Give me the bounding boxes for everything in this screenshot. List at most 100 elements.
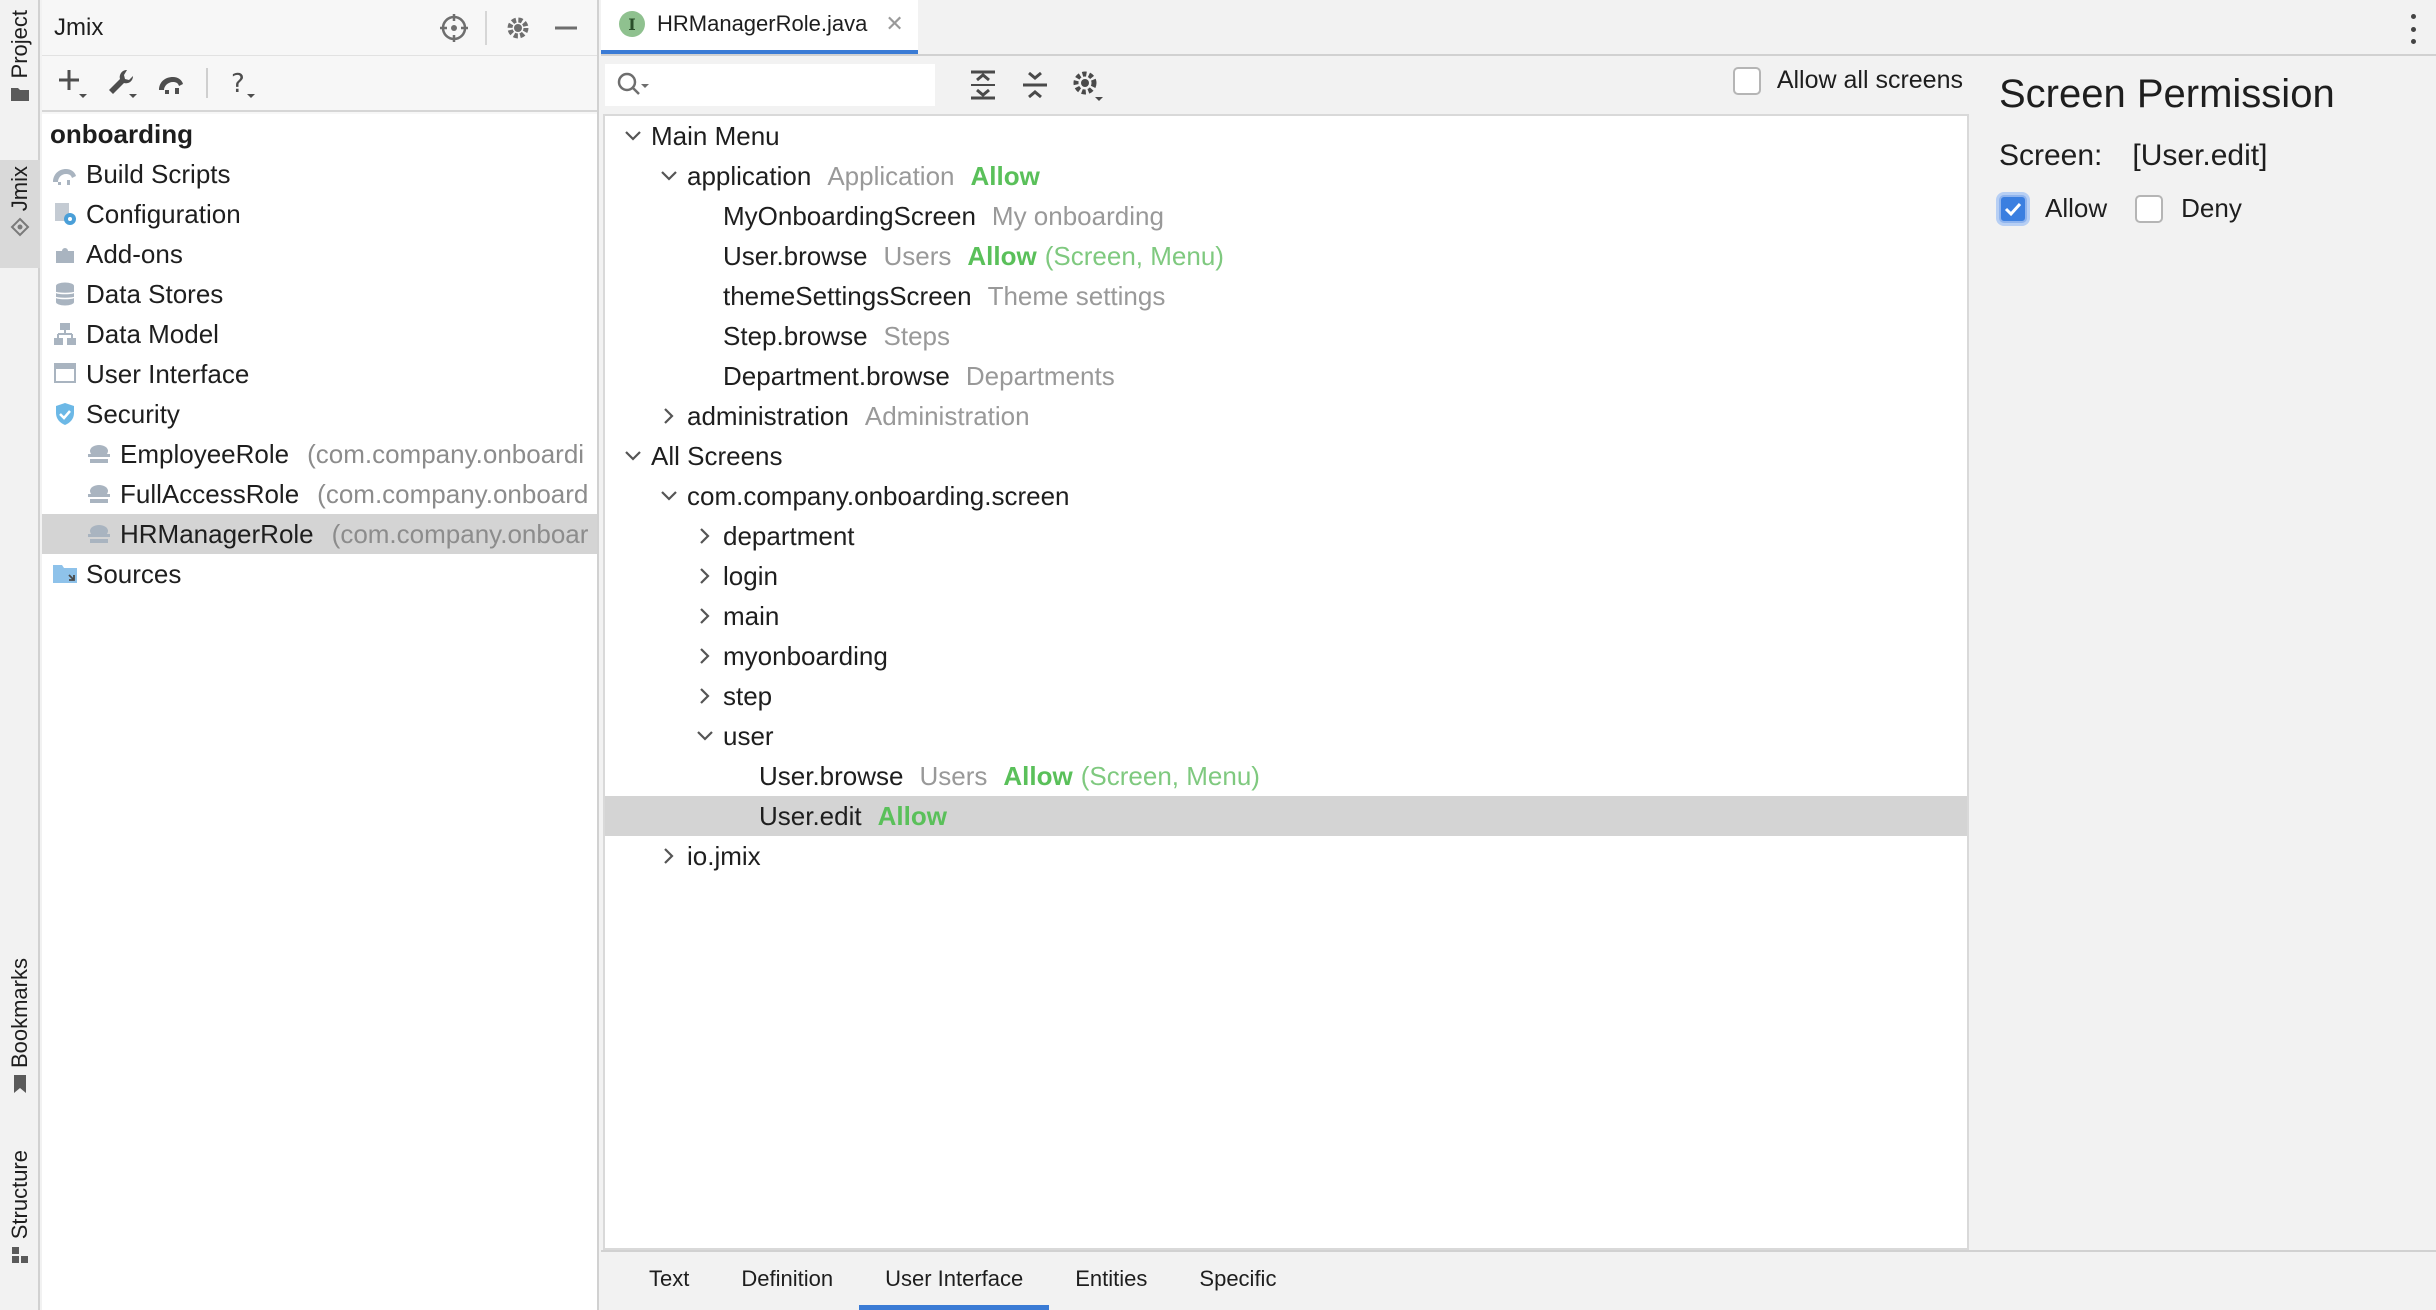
chevron-right-icon[interactable] xyxy=(651,396,687,436)
permission-tree-row[interactable]: themeSettingsScreen Theme settings xyxy=(605,276,1967,316)
permission-tree-row[interactable]: User.browse Users Allow (Screen, Menu) xyxy=(605,756,1967,796)
project-tree-item[interactable]: User Interface xyxy=(42,354,597,394)
permission-tree-row[interactable]: application Application Allow xyxy=(605,156,1967,196)
collapse-all-icon[interactable] xyxy=(1015,65,1055,105)
project-tree-item[interactable]: Configuration xyxy=(42,194,597,234)
editor-bottom-tabs: Text Definition User Interface Entities Spec… xyxy=(601,1250,2436,1310)
chevron-right-icon[interactable] xyxy=(687,636,723,676)
tree-node-label: User.edit xyxy=(759,800,862,831)
permission-tree-row[interactable]: MyOnboardingScreen My onboarding xyxy=(605,196,1967,236)
allow-all-screens[interactable]: Allow all screens xyxy=(1732,66,1963,95)
permission-tree-panel: Allow all screens Main Menu application Ap… xyxy=(601,58,1969,1250)
project-tree-item-label: Sources xyxy=(86,558,182,589)
gear-icon[interactable] xyxy=(501,11,535,45)
project-tree-item[interactable]: Security xyxy=(42,394,597,434)
permission-tree-row[interactable]: myonboarding xyxy=(605,636,1967,676)
tool-window-stripe: Project Jmix Bookmarks Structure xyxy=(0,0,40,1310)
project-tree-item[interactable]: EmployeeRole (com.company.onboardi xyxy=(42,434,597,474)
project-tree-item[interactable]: Add-ons xyxy=(42,234,597,274)
tool-tab-project-label: Project xyxy=(7,10,32,79)
bottom-tab-user-interface[interactable]: User Interface xyxy=(859,1252,1050,1310)
tree-node-allow-badge: Allow xyxy=(1003,760,1073,791)
bottom-tab-definition[interactable]: Definition xyxy=(715,1252,859,1310)
chevron-down-icon[interactable] xyxy=(615,116,651,156)
tool-tab-jmix[interactable]: Jmix xyxy=(0,160,40,268)
project-tree-item-label: HRManagerRole xyxy=(120,518,314,549)
chevron-right-icon[interactable] xyxy=(651,836,687,876)
tree-node-label: login xyxy=(723,560,778,591)
chevron-down-icon[interactable] xyxy=(651,156,687,196)
permission-tree-row[interactable]: Main Menu xyxy=(605,116,1967,156)
chevron-down-icon[interactable] xyxy=(615,436,651,476)
project-panel-title: Jmix xyxy=(54,13,104,41)
permission-tree-row[interactable]: main xyxy=(605,596,1967,636)
bottom-tab-text[interactable]: Text xyxy=(623,1252,715,1310)
bottom-tab-entities[interactable]: Entities xyxy=(1049,1252,1173,1310)
role-icon xyxy=(84,519,114,549)
chevron-right-icon[interactable] xyxy=(687,516,723,556)
project-toolbar: ? xyxy=(42,56,597,112)
permission-tree-row[interactable]: administration Administration xyxy=(605,396,1967,436)
permission-tree-row[interactable]: User.browse Users Allow (Screen, Menu) xyxy=(605,236,1967,276)
permission-tree-row[interactable]: department xyxy=(605,516,1967,556)
add-icon[interactable] xyxy=(52,63,92,103)
project-tree-item[interactable]: Data Stores xyxy=(42,274,597,314)
permission-tree-row[interactable]: step xyxy=(605,676,1967,716)
deny-option[interactable]: Deny xyxy=(2135,193,2242,224)
more-vertical-icon[interactable] xyxy=(2408,14,2418,44)
editor-area: I HRManagerRole.java ✕ Allow all screens xyxy=(601,0,2436,1310)
svg-text:?: ? xyxy=(231,69,245,99)
locate-icon[interactable] xyxy=(437,11,471,45)
allow-checkbox[interactable] xyxy=(1999,194,2027,223)
permission-tree-row[interactable]: User.edit Allow xyxy=(605,796,1967,836)
project-tree-item-label: FullAccessRole xyxy=(120,478,300,509)
tree-node-label: myonboarding xyxy=(723,640,888,671)
permission-tree-row[interactable]: user xyxy=(605,716,1967,756)
allow-all-screens-checkbox[interactable] xyxy=(1732,66,1761,95)
search-input[interactable] xyxy=(605,64,935,106)
project-tree-item[interactable]: Build Scripts xyxy=(42,154,597,194)
tool-tab-bookmarks[interactable]: Bookmarks xyxy=(0,958,40,1114)
permission-tree-row[interactable]: io.jmix xyxy=(605,836,1967,876)
tree-node-label: All Screens xyxy=(651,440,783,471)
chevron-down-icon[interactable] xyxy=(687,716,723,756)
bottom-tab-specific[interactable]: Specific xyxy=(1173,1252,1302,1310)
chevron-down-icon[interactable] xyxy=(651,476,687,516)
help-icon[interactable]: ? xyxy=(222,63,262,103)
minimize-icon[interactable] xyxy=(549,11,583,45)
tool-tab-project[interactable]: Project xyxy=(0,10,40,134)
tool-tab-structure-label: Structure xyxy=(7,1150,32,1240)
data-model-icon xyxy=(50,319,80,349)
project-tree-item-package: (com.company.onboar xyxy=(331,518,589,549)
close-icon[interactable]: ✕ xyxy=(885,11,903,37)
allow-label: Allow xyxy=(2045,193,2108,223)
chevron-right-icon[interactable] xyxy=(687,596,723,636)
chevron-right-icon[interactable] xyxy=(687,676,723,716)
permission-tree-row[interactable]: Step.browse Steps xyxy=(605,316,1967,356)
permission-tree-row[interactable]: com.company.onboarding.screen xyxy=(605,476,1967,516)
chevron-right-icon[interactable] xyxy=(687,556,723,596)
project-tree-item[interactable]: Data Model xyxy=(42,314,597,354)
tree-node-caption: Administration xyxy=(864,400,1030,431)
wrench-icon[interactable] xyxy=(102,63,142,103)
project-tree-item[interactable]: HRManagerRole (com.company.onboar xyxy=(42,514,597,554)
tree-node-caption: Users xyxy=(919,760,988,791)
gradle-icon[interactable] xyxy=(152,63,192,103)
tool-tab-bookmarks-label: Bookmarks xyxy=(7,958,32,1069)
settings-icon[interactable] xyxy=(1067,65,1107,105)
project-tree-item[interactable]: onboarding xyxy=(42,114,597,154)
deny-checkbox[interactable] xyxy=(2135,194,2164,223)
permission-tree-row[interactable]: All Screens xyxy=(605,436,1967,476)
permission-tree-row[interactable]: login xyxy=(605,556,1967,596)
permission-tree-row[interactable]: Department.browse Departments xyxy=(605,356,1967,396)
expand-all-icon[interactable] xyxy=(963,65,1003,105)
allow-option[interactable]: Allow xyxy=(1999,193,2107,224)
tree-node-label: application xyxy=(687,160,812,191)
tool-tab-jmix-label: Jmix xyxy=(7,166,32,212)
project-tree-item[interactable]: FullAccessRole (com.company.onboard xyxy=(42,474,597,514)
bookmark-icon xyxy=(14,1075,26,1094)
project-tree-item[interactable]: Sources xyxy=(42,554,597,594)
tool-tab-structure[interactable]: Structure xyxy=(0,1150,40,1290)
editor-tab-hrmanagerrole[interactable]: I HRManagerRole.java ✕ xyxy=(601,0,918,54)
